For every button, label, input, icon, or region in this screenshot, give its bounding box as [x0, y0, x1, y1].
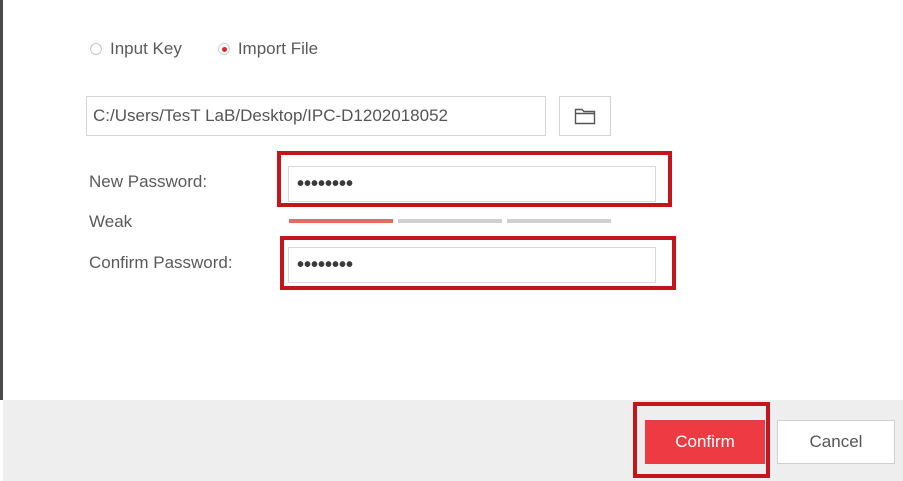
confirm-button[interactable]: Confirm: [645, 420, 765, 464]
strength-segment: [289, 219, 393, 223]
strength-meter: [289, 219, 616, 223]
input-key-radio[interactable]: [90, 43, 102, 55]
file-path-field[interactable]: C:/Users/TesT LaB/Desktop/IPC-D120201805…: [86, 96, 546, 136]
new-password-label: New Password:: [89, 172, 208, 191]
cancel-button[interactable]: Cancel: [777, 420, 895, 464]
new-password-input[interactable]: ••••••••: [288, 166, 656, 202]
confirm-password-input[interactable]: ••••••••: [288, 247, 656, 283]
dialog-left-border: [0, 0, 3, 400]
input-key-label: Input Key: [110, 39, 182, 58]
confirm-password-label: Confirm Password:: [89, 253, 233, 272]
browse-button[interactable]: [559, 96, 611, 136]
import-file-option[interactable]: Import File: [217, 39, 319, 59]
strength-segment: [507, 219, 611, 223]
dialog-footer: [3, 400, 903, 481]
folder-icon: [574, 108, 596, 125]
import-file-radio[interactable]: [217, 43, 230, 55]
import-mode-radio-group: Input Key Import File: [90, 36, 354, 62]
import-file-label: Import File: [237, 39, 319, 58]
input-key-option[interactable]: Input Key: [90, 39, 182, 59]
strength-label: Weak: [89, 212, 133, 231]
strength-segment: [398, 219, 502, 223]
